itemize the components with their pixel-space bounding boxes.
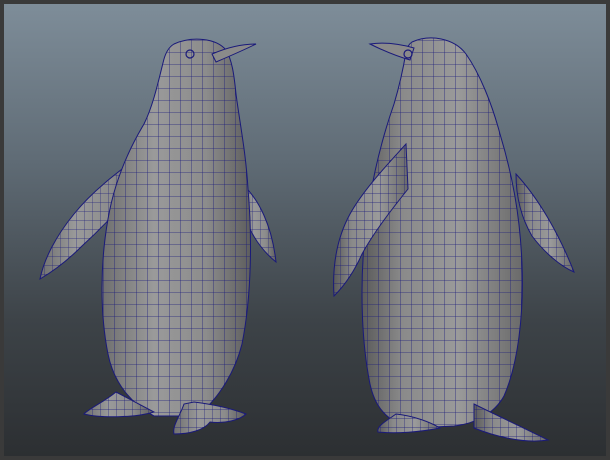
viewport-canvas [39, 37, 575, 442]
3d-viewport[interactable] [0, 0, 610, 460]
penguin-model-right[interactable] [333, 37, 575, 442]
penguin-model-left[interactable] [39, 38, 277, 435]
